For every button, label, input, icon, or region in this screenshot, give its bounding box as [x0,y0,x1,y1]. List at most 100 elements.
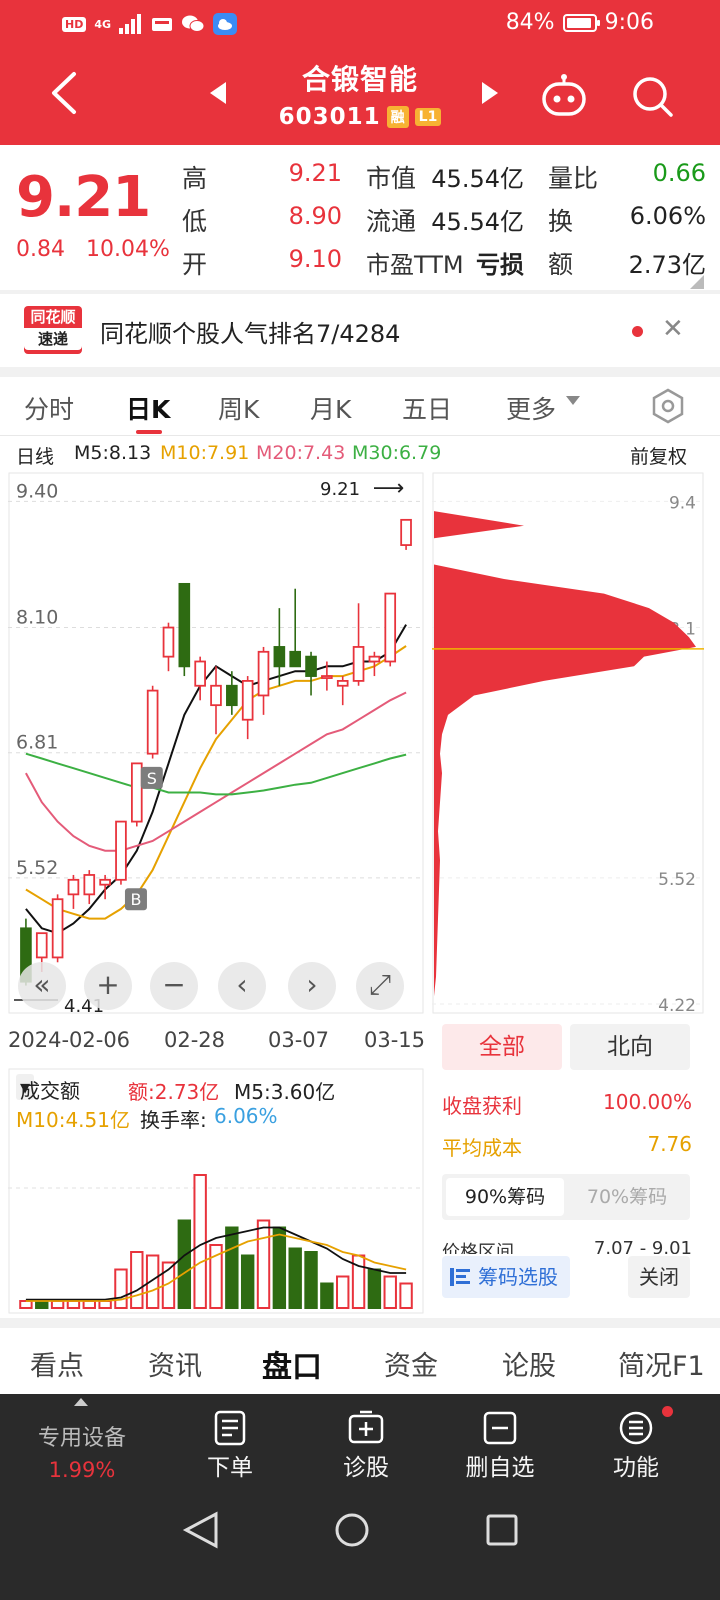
volume-bar [82,1300,96,1309]
zoom-out-button[interactable]: − [150,962,198,1010]
active-tab-indicator [136,430,162,434]
tab-90-percent[interactable]: 90%筹码 [446,1178,564,1216]
menu-circle-icon [619,1411,653,1445]
ma-line-m30 [25,752,407,796]
indicator-selector-label: 成交额 [20,1079,80,1103]
date-label: 03-07 [268,1028,330,1052]
functions-button[interactable]: 功能 [576,1394,696,1504]
tab-monthly-k[interactable]: 月K [310,390,351,426]
remove-watchlist-button[interactable]: 删自选 [440,1394,560,1504]
turnover-rate-label: 换手率: [140,1108,207,1132]
y-tick-label: 8.10 [16,607,58,629]
candle-body [257,650,270,697]
diagnose-stock-button[interactable]: 诊股 [306,1394,426,1504]
tab-profile[interactable]: 简况F1 [618,1344,705,1383]
volume-bar [399,1282,413,1309]
tab-70-percent[interactable]: 70%筹码 [568,1178,686,1216]
avg-cost-value: 7.76 [647,1132,692,1156]
market-cap-label: 市值 [366,164,417,193]
divider [0,367,720,377]
rewind-button[interactable]: « [18,962,66,1010]
date-axis: 2024-02-06 02-28 03-07 03-15 [8,1028,428,1058]
divider [0,1318,720,1328]
system-back-icon[interactable] [182,1511,218,1549]
system-home-icon[interactable] [335,1513,369,1547]
volume-bar [225,1226,239,1309]
place-order-button[interactable]: 下单 [170,1394,290,1504]
candle-body [226,684,238,707]
pe-value: 亏损 [476,251,524,279]
tab-forum[interactable]: 论股 [502,1344,556,1383]
battery-percent: 84% [505,10,555,35]
tab-five-day[interactable]: 五日 [402,390,452,426]
chip-all-button[interactable]: 全部 [442,1024,562,1070]
volume-bar [320,1282,334,1309]
candle-body [321,675,333,679]
open-value: 9.10 [288,245,342,273]
high-label: 高 [182,164,208,193]
last-price-marker: 9.21 ⟶ [320,476,404,501]
adjust-mode-button[interactable]: 前复权 [630,442,687,469]
caret-up-icon [74,1398,88,1406]
logo-bottom-text: 速递 [24,328,82,350]
indicator-selector[interactable]: 成交额 ▾ [16,1074,80,1103]
candle-body [35,932,48,959]
search-icon[interactable] [630,74,674,118]
status-bar: HD 4G 84% 9:06 [0,0,720,48]
tab-order-book[interactable]: 盘口 [262,1342,322,1386]
close-banner-button[interactable]: ✕ [662,314,684,344]
device-indicator[interactable]: 专用设备 1.99% [20,1394,144,1504]
zoom-in-button[interactable]: + [84,962,132,1010]
turnover-value: 6.06% [629,202,706,230]
close-chip-button[interactable]: 关闭 [628,1256,690,1298]
volume-bar [35,1300,49,1309]
system-navigation-bar [182,1511,518,1549]
volume-bar [256,1219,271,1309]
expand-corner-icon[interactable] [690,275,704,289]
volume-m10: M10:4.51亿 [16,1108,130,1132]
ths-express-logo: 同花顺 速递 [24,306,82,354]
volume-bar [130,1251,144,1309]
place-order-label: 下单 [207,1455,253,1481]
signal-icon [119,14,142,34]
popularity-rank-text: 同花顺个股人气排名7/4284 [100,320,401,348]
tab-weekly-k[interactable]: 周K [218,390,259,426]
kline-chart[interactable]: 9.40 8.10 6.81 5.52 S B [8,472,424,1014]
ma-legend: 日线 M5:8.13 M10:7.91 M20:7.43 M30:6.79 前复… [16,442,716,468]
hexagon-settings-icon[interactable] [650,388,686,424]
change-amount: 0.84 [16,237,65,262]
previous-stock-button[interactable] [210,82,226,104]
functions-label: 功能 [613,1455,659,1481]
device-label: 专用设备 [37,1426,126,1451]
chart-frame [8,472,424,1014]
candle-body [146,689,159,755]
chip-distribution-chart[interactable]: 9.48.15.524.22 [432,472,704,1014]
avg-cost-label: 平均成本 [442,1136,522,1160]
change-percent: 10.04% [85,237,170,262]
candle-body [99,878,111,886]
chip-northbound-button[interactable]: 北向 [570,1024,690,1070]
system-recents-icon[interactable] [486,1514,518,1546]
scroll-right-button[interactable]: › [288,962,336,1010]
tab-intraday[interactable]: 分时 [24,390,74,426]
tab-news[interactable]: 资讯 [148,1344,202,1383]
margin-tag: 融 [386,106,409,128]
back-arrow-icon[interactable] [46,70,82,116]
stock-code-row: 603011 融 L1 [230,104,490,130]
popularity-banner[interactable]: 同花顺 速递 同花顺个股人气排名7/4284 [0,296,720,366]
candle-body [178,582,191,668]
level-tag: L1 [414,108,442,126]
order-form-icon [214,1410,246,1446]
robot-assistant-icon[interactable] [540,74,588,118]
tab-more[interactable]: 更多 [506,390,556,426]
scroll-left-button[interactable]: ‹ [218,962,266,1010]
y-tick-label: 5.52 [16,857,58,879]
tab-daily-k[interactable]: 日K [126,390,170,426]
date-label: 02-28 [164,1028,226,1052]
fullscreen-button[interactable]: ⤢ [356,962,404,1010]
next-stock-button[interactable] [482,82,498,104]
tab-funds[interactable]: 资金 [384,1344,438,1383]
candle-body [51,898,64,959]
app-header: HD 4G 84% 9:06 合锻智能 603011 融 L1 [0,0,720,145]
tab-highlights[interactable]: 看点 [30,1344,84,1383]
